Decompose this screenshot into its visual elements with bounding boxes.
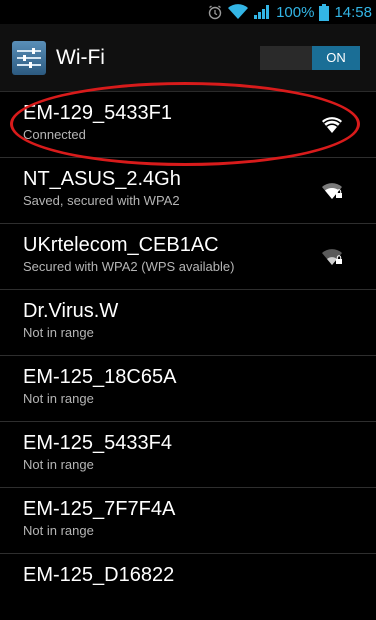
- network-item[interactable]: NT_ASUS_2.4Gh Saved, secured with WPA2: [0, 158, 376, 224]
- network-status: Not in range: [23, 523, 94, 538]
- network-ssid: EM-125_18C65A: [23, 366, 177, 388]
- settings-app-icon[interactable]: [12, 40, 46, 75]
- wifi-toggle[interactable]: ON: [260, 45, 360, 70]
- network-ssid: EM-125_5433F4: [23, 432, 172, 454]
- network-list: EM-129_5433F1 Connected NT_ASUS_2.4Gh Sa…: [0, 92, 376, 620]
- network-item[interactable]: EM-125_7F7F4A Not in range: [0, 488, 376, 554]
- network-ssid: EM-125_D16822: [23, 564, 175, 586]
- network-item[interactable]: Dr.Virus.W Not in range: [0, 290, 376, 356]
- network-status: Not in range: [23, 325, 94, 340]
- action-bar: Wi-Fi ON: [0, 24, 376, 92]
- network-ssid: EM-125_7F7F4A: [23, 498, 176, 520]
- wifi-secured-icon: [322, 183, 342, 199]
- battery-icon: [319, 3, 330, 21]
- wifi-secured-weak-icon: [322, 249, 342, 265]
- network-ssid: Dr.Virus.W: [23, 300, 119, 322]
- network-status: Not in range: [23, 457, 94, 472]
- wifi-connected-icon: [322, 117, 342, 133]
- wifi-icon: [228, 4, 249, 20]
- alarm-icon: [207, 4, 223, 20]
- page-title: Wi-Fi: [56, 45, 105, 69]
- network-item[interactable]: EM-129_5433F1 Connected: [0, 92, 376, 158]
- network-status: Not in range: [23, 391, 94, 406]
- network-item[interactable]: EM-125_D16822: [0, 554, 376, 620]
- network-item[interactable]: EM-125_18C65A Not in range: [0, 356, 376, 422]
- signal-icon: [253, 4, 271, 20]
- network-item[interactable]: UKrtelecom_CEB1AC Secured with WPA2 (WPS…: [0, 224, 376, 290]
- battery-percent: 100%: [276, 3, 315, 21]
- status-bar: 100% 14:58: [0, 0, 376, 24]
- clock: 14:58: [334, 3, 372, 21]
- wifi-toggle-label: ON: [312, 45, 360, 70]
- network-item[interactable]: EM-125_5433F4 Not in range: [0, 422, 376, 488]
